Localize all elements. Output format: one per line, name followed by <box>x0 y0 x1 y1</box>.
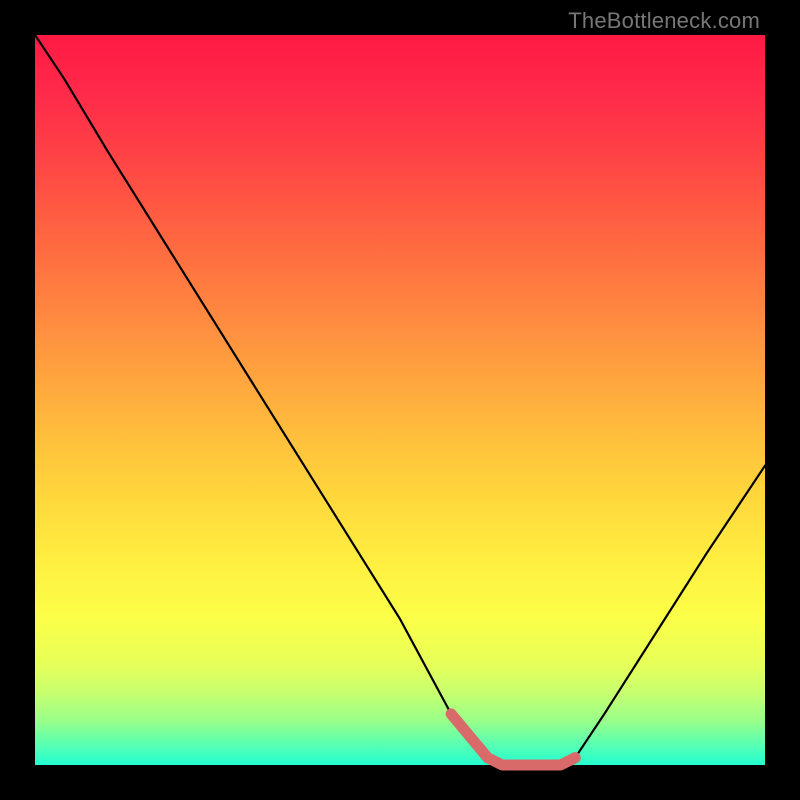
highlight-segment <box>451 714 575 765</box>
watermark-text: TheBottleneck.com <box>568 8 760 34</box>
chart-container: TheBottleneck.com <box>0 0 800 800</box>
chart-svg <box>35 35 765 765</box>
plot-area <box>35 35 765 765</box>
main-curve <box>35 35 765 765</box>
